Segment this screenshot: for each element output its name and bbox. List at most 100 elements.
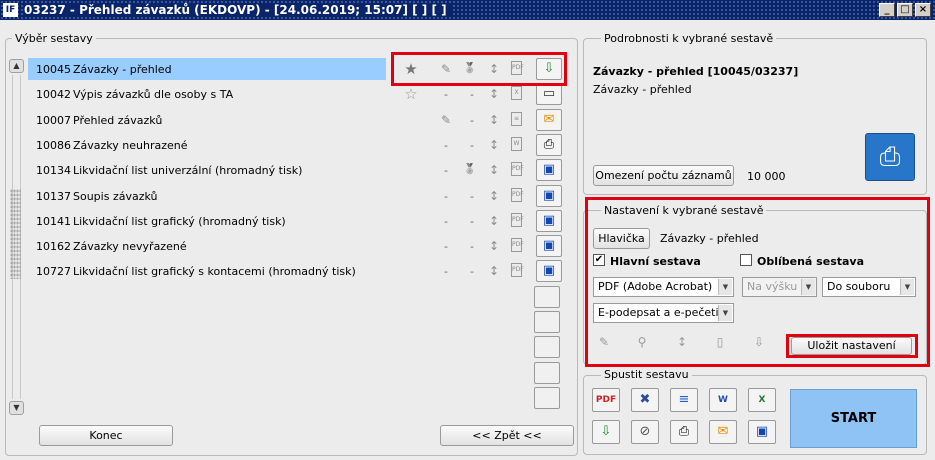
file-type-icon[interactable]: ≡ bbox=[511, 111, 522, 126]
scroll-up-button[interactable]: ▲ bbox=[9, 59, 24, 73]
output-empty-button[interactable] bbox=[534, 336, 560, 359]
sort-icon[interactable]: ↕ bbox=[486, 86, 502, 102]
sign-select[interactable]: E-podepsat a e-pečetit ▼ bbox=[593, 303, 734, 323]
list-item[interactable]: 10141 Likvidační list grafický (hromadný … bbox=[28, 209, 564, 234]
destination-value: Do souboru bbox=[827, 280, 891, 293]
archive-icon[interactable]: ▭ bbox=[536, 83, 562, 106]
file-type-icon[interactable]: W bbox=[511, 136, 522, 151]
main-report-label: Hlavní sestava bbox=[610, 255, 701, 268]
sort-icon[interactable]: ↕ bbox=[486, 238, 502, 254]
medal-empty: - bbox=[470, 138, 474, 152]
output-empty-button[interactable] bbox=[534, 311, 560, 333]
close-button[interactable]: × bbox=[915, 3, 931, 17]
medal-empty: - bbox=[470, 214, 474, 228]
output-empty-button[interactable] bbox=[534, 386, 560, 409]
monitor-icon[interactable]: ▣ bbox=[536, 184, 562, 207]
file-type-icon[interactable]: X bbox=[511, 86, 522, 101]
limit-value: 10 000 bbox=[747, 170, 786, 183]
app-logo: IF bbox=[3, 3, 18, 17]
detail-title: Závazky - přehled [10045/03237] bbox=[593, 65, 799, 78]
sort-icon[interactable]: ↕ bbox=[486, 137, 502, 153]
list-item[interactable]: 10134 Likvidační list univerzální (hromad… bbox=[28, 158, 564, 183]
list-item[interactable]: 10162 Závazky nevyřazené - - ↕ PDF ▣ bbox=[28, 234, 564, 259]
report-code: 10137 bbox=[36, 189, 71, 203]
medal-empty: - bbox=[470, 240, 474, 254]
orientation-select: Na výšku ▼ bbox=[742, 277, 817, 297]
sort-icon[interactable]: ↕ bbox=[486, 162, 502, 178]
email-icon[interactable]: ✉ bbox=[709, 420, 737, 444]
file-type-icon[interactable]: PDF bbox=[511, 187, 524, 202]
start-button[interactable]: START bbox=[790, 389, 917, 448]
medal-icon[interactable]: 🏅 bbox=[462, 162, 478, 178]
file-type-icon[interactable]: PDF bbox=[511, 263, 524, 278]
list-item[interactable]: 10137 Soupis závazků - - ↕ PDF ▣ bbox=[28, 184, 564, 209]
zpet-button[interactable]: << Zpět << bbox=[440, 425, 574, 446]
minimize-button[interactable]: _ bbox=[879, 3, 895, 17]
medal-empty: - bbox=[470, 88, 474, 102]
edit-empty: - bbox=[444, 88, 448, 102]
konec-button[interactable]: Konec bbox=[39, 425, 173, 446]
save-settings-button[interactable]: Uložit nastavení bbox=[791, 337, 912, 355]
report-name: Přehled závazků bbox=[73, 113, 163, 127]
chevron-down-icon: ▼ bbox=[718, 305, 732, 321]
word-icon[interactable]: W bbox=[709, 388, 737, 412]
chevron-down-icon: ▼ bbox=[718, 279, 732, 295]
list-item[interactable]: 10042 Výpis závazků dle osoby s TA ☆ - - ↕ X ▭ bbox=[28, 82, 564, 107]
list-item[interactable]: 10007 Přehled závazků ✎ - ↕ ≡ ✉ bbox=[28, 108, 564, 133]
report-name: Likvidační list grafický s kontacemi (hr… bbox=[73, 265, 356, 279]
attachment-icon[interactable]: ⊘ bbox=[631, 420, 659, 444]
edit-empty: - bbox=[444, 265, 448, 279]
sort-icon[interactable]: ↕ bbox=[486, 188, 502, 204]
report-code: 10086 bbox=[36, 138, 71, 152]
email-icon[interactable]: ✉ bbox=[536, 108, 562, 131]
list-item[interactable]: 10086 Závazky neuhrazené - - ↕ W ⎙ bbox=[28, 133, 564, 158]
scroll-grip[interactable] bbox=[10, 189, 21, 279]
file-type-icon[interactable]: PDF bbox=[511, 212, 524, 227]
destination-select[interactable]: Do souboru ▼ bbox=[822, 277, 916, 297]
favorite-star-icon[interactable]: ☆ bbox=[403, 86, 419, 102]
monitor-icon[interactable]: ▣ bbox=[536, 260, 562, 283]
monitor-icon[interactable]: ▣ bbox=[536, 159, 562, 182]
report-code: 10042 bbox=[36, 88, 71, 102]
file-icon: ▯ bbox=[716, 335, 724, 349]
pdf-icon[interactable]: PDF bbox=[592, 388, 620, 412]
printer-icon[interactable]: ⎙ bbox=[670, 420, 698, 444]
header-button[interactable]: Hlavička bbox=[593, 228, 650, 249]
sort-icon[interactable]: ↕ bbox=[486, 112, 502, 128]
monitor-icon[interactable]: ▣ bbox=[536, 235, 562, 258]
file-type-icon[interactable]: PDF bbox=[511, 238, 524, 253]
report-list-scrollbar[interactable]: ▲ ▼ bbox=[9, 59, 25, 415]
list-item[interactable]: 10727 Likvidační list grafický s kontacem… bbox=[28, 259, 564, 284]
title-bar: IF 03237 - Přehled závazků (EKDOVP) - [2… bbox=[0, 0, 935, 20]
edit-empty: - bbox=[444, 138, 448, 152]
scroll-down-button[interactable]: ▼ bbox=[9, 401, 24, 415]
report-code: 10727 bbox=[36, 265, 71, 279]
download-icon[interactable]: ⇩ bbox=[592, 420, 620, 444]
xml-icon[interactable]: ✖ bbox=[631, 388, 659, 412]
printer-help-icon[interactable]: ⎙ bbox=[865, 133, 915, 181]
header-value: Závazky - přehled bbox=[660, 232, 759, 245]
orientation-value: Na výšku bbox=[747, 280, 798, 293]
file-type-icon[interactable]: PDF bbox=[511, 162, 524, 177]
main-report-checkbox[interactable]: ✔ bbox=[593, 254, 605, 266]
text-icon[interactable]: ≡ bbox=[670, 388, 698, 412]
format-select[interactable]: PDF (Adobe Acrobat) ▼ bbox=[593, 277, 734, 297]
report-code: 10007 bbox=[36, 113, 71, 127]
report-name: Závazky nevyřazené bbox=[73, 240, 187, 254]
run-group-title: Spustit sestavu bbox=[601, 368, 692, 381]
sort-icon[interactable]: ↕ bbox=[486, 263, 502, 279]
output-empty-button[interactable] bbox=[534, 361, 560, 384]
sign-value: E-podepsat a e-pečetit bbox=[598, 306, 723, 319]
detail-subtitle: Závazky - přehled bbox=[593, 83, 692, 96]
report-list-title: Výběr sestavy bbox=[12, 32, 96, 45]
edit-icon[interactable]: ✎ bbox=[438, 112, 454, 128]
favorite-report-checkbox[interactable] bbox=[740, 254, 752, 266]
sort-icon[interactable]: ↕ bbox=[486, 213, 502, 229]
monitor-icon[interactable]: ▣ bbox=[536, 209, 562, 232]
output-empty-button[interactable] bbox=[534, 285, 560, 308]
limit-records-button[interactable]: Omezení počtu záznamů bbox=[593, 165, 734, 186]
maximize-button[interactable]: □ bbox=[897, 3, 913, 17]
excel-icon[interactable]: X bbox=[748, 388, 776, 412]
printer-icon[interactable]: ⎙ bbox=[536, 133, 562, 156]
monitor-icon[interactable]: ▣ bbox=[748, 420, 776, 444]
